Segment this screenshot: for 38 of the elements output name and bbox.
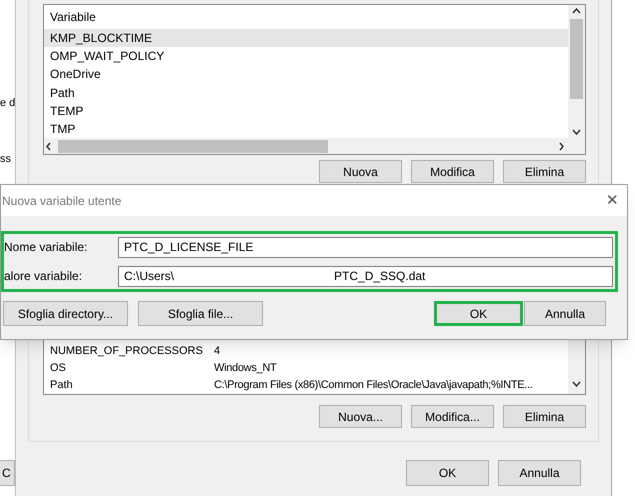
button[interactable]: Modifica xyxy=(411,160,494,183)
scrollbar-thumb[interactable] xyxy=(570,19,583,99)
window-title: Nuova variabile utente xyxy=(2,192,122,210)
table-cell-text: Windows_NT xyxy=(214,361,276,376)
table-cell-text: Path xyxy=(49,378,74,394)
button[interactable]: Modifica... xyxy=(411,405,494,428)
list-row[interactable]: KMP_BLOCKTIME xyxy=(44,28,568,47)
field-label: alore variabile: xyxy=(4,268,84,285)
label-text: e d xyxy=(0,96,15,111)
close-button[interactable]: ✕ xyxy=(606,193,619,208)
table-cell-text: 4 xyxy=(214,344,220,360)
button[interactable]: OK xyxy=(434,301,523,326)
list-row[interactable]: TMP xyxy=(44,120,568,138)
scrollbar-thumb[interactable] xyxy=(58,140,328,153)
button[interactable]: Sfoglia file... xyxy=(138,301,263,326)
button[interactable]: Annulla xyxy=(524,301,606,326)
button[interactable]: OK xyxy=(406,460,489,486)
vertical-scrollbar[interactable] xyxy=(568,5,585,154)
button[interactable]: Elimina xyxy=(503,405,586,428)
field-label: Nome variabile: xyxy=(4,239,88,256)
list-row[interactable]: OMP_WAIT_POLICY xyxy=(44,46,568,66)
button[interactable]: Elimina xyxy=(503,160,586,183)
button[interactable]: Nuova... xyxy=(319,405,402,428)
column-header[interactable]: Variabile xyxy=(44,5,568,29)
table-cell-text: NUMBER_OF_PROCESSORS xyxy=(49,344,204,360)
button[interactable]: Nuova xyxy=(319,160,402,183)
list-row[interactable]: Path xyxy=(44,83,568,102)
label-text: ss xyxy=(0,152,11,167)
button[interactable]: Sfoglia directory... xyxy=(3,301,128,326)
input-field[interactable]: PTC_D_LICENSE_FILE xyxy=(118,236,613,258)
button[interactable]: Annulla xyxy=(498,460,581,486)
table-cell-text: C:\Program Files (x86)\Common Files\Oracle\Java\javapath;%INTE... xyxy=(214,378,533,394)
input-field[interactable]: C:\Users\ PTC_D_SSQ.dat xyxy=(118,266,613,286)
table-cell-text: OS xyxy=(49,361,67,376)
partial-button[interactable]: C xyxy=(0,460,15,486)
horizontal-scrollbar[interactable] xyxy=(44,138,568,154)
list-row[interactable]: TEMP xyxy=(44,102,568,120)
list-row[interactable]: OneDrive xyxy=(44,65,568,84)
